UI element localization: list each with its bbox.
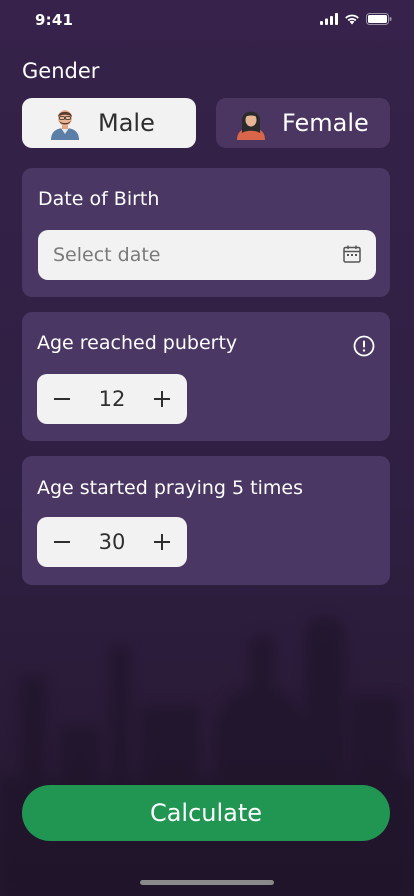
calculate-button[interactable]: Calculate xyxy=(22,785,390,841)
puberty-decrement-button[interactable] xyxy=(37,374,87,424)
minus-icon xyxy=(54,541,70,543)
gender-label: Gender xyxy=(22,59,100,83)
prayer-card: Age started praying 5 times 30 xyxy=(22,456,390,585)
plus-icon xyxy=(154,391,170,407)
battery-icon xyxy=(366,13,392,25)
plus-icon xyxy=(154,534,170,550)
status-icons xyxy=(320,13,392,25)
gender-female-label: Female xyxy=(282,109,369,137)
puberty-value: 12 xyxy=(98,387,126,411)
gender-female-button[interactable]: Female xyxy=(216,98,390,148)
minus-icon xyxy=(54,398,70,400)
puberty-title: Age reached puberty xyxy=(37,332,238,354)
puberty-stepper: 12 xyxy=(37,374,187,424)
gender-male-button[interactable]: Male xyxy=(22,98,196,148)
background-skyline xyxy=(0,596,414,896)
date-of-birth-input[interactable]: Select date xyxy=(38,230,376,280)
signal-icon xyxy=(320,13,338,25)
female-avatar-icon xyxy=(237,111,265,140)
app-screen: 9:41 Gender Male Female Date of Birth Se… xyxy=(0,0,414,896)
puberty-increment-button[interactable] xyxy=(137,374,187,424)
calendar-icon[interactable] xyxy=(342,244,362,264)
gender-male-label: Male xyxy=(98,109,155,137)
prayer-title: Age started praying 5 times xyxy=(37,477,303,499)
prayer-decrement-button[interactable] xyxy=(37,517,87,567)
status-bar: 9:41 xyxy=(0,0,414,44)
male-avatar-icon xyxy=(51,110,79,140)
info-icon[interactable] xyxy=(353,335,375,357)
status-time: 9:41 xyxy=(35,11,74,29)
prayer-stepper: 30 xyxy=(37,517,187,567)
puberty-card: Age reached puberty 12 xyxy=(22,312,390,441)
prayer-value: 30 xyxy=(98,530,126,554)
date-of-birth-title: Date of Birth xyxy=(38,188,160,210)
date-placeholder: Select date xyxy=(53,244,161,266)
wifi-icon xyxy=(345,14,359,25)
home-indicator xyxy=(140,880,274,885)
prayer-increment-button[interactable] xyxy=(137,517,187,567)
